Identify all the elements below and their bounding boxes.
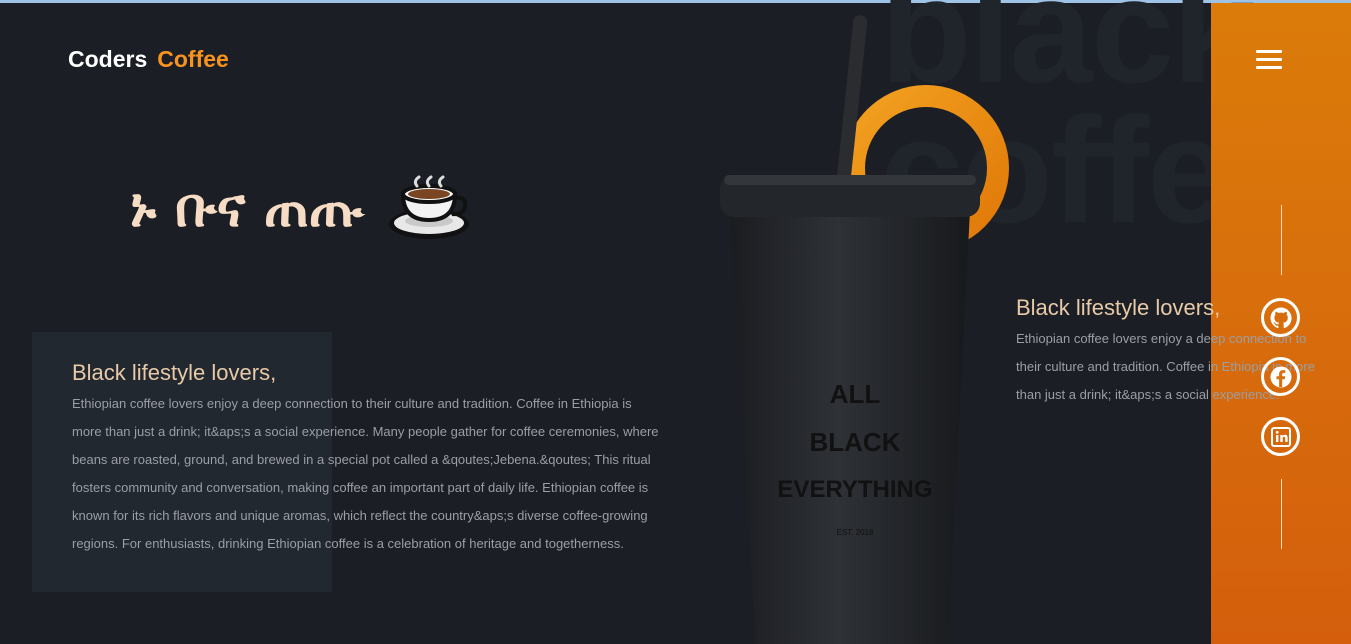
- hamburger-menu-icon[interactable]: [1256, 50, 1282, 70]
- sidebar-divider-bottom: [1281, 479, 1282, 549]
- github-icon[interactable]: [1261, 298, 1300, 337]
- brand-logo[interactable]: Coders Coffee: [68, 46, 229, 73]
- facebook-icon[interactable]: [1261, 357, 1300, 396]
- hero-headline: ኑ ቡና ጠጡ: [130, 172, 471, 244]
- tumbler-line2: BLACK: [809, 427, 901, 457]
- tumbler-print: ALL BLACK EVERYTHING EST. 2018: [770, 370, 940, 546]
- about-left-title: Black lifestyle lovers,: [72, 360, 277, 385]
- brand-name-coders: Coders: [68, 46, 148, 72]
- coffee-cup-emoji-icon: [385, 172, 471, 244]
- sidebar-divider-top: [1281, 205, 1282, 275]
- about-section-left: Black lifestyle lovers, Ethiopian coffee…: [72, 360, 662, 558]
- brand-name-coffee: Coffee: [157, 46, 229, 72]
- hero-headline-text: ኑ ቡና ጠጡ: [130, 176, 364, 239]
- coffee-tumbler-image: ALL BLACK EVERYTHING EST. 2018: [700, 10, 1040, 644]
- tumbler-line3: EVERYTHING: [777, 476, 933, 503]
- tumbler-est: EST. 2018: [836, 528, 874, 537]
- tumbler-line1: ALL: [829, 379, 881, 409]
- linkedin-icon[interactable]: [1261, 417, 1300, 456]
- about-left-body: Ethiopian coffee lovers enjoy a deep con…: [72, 396, 659, 551]
